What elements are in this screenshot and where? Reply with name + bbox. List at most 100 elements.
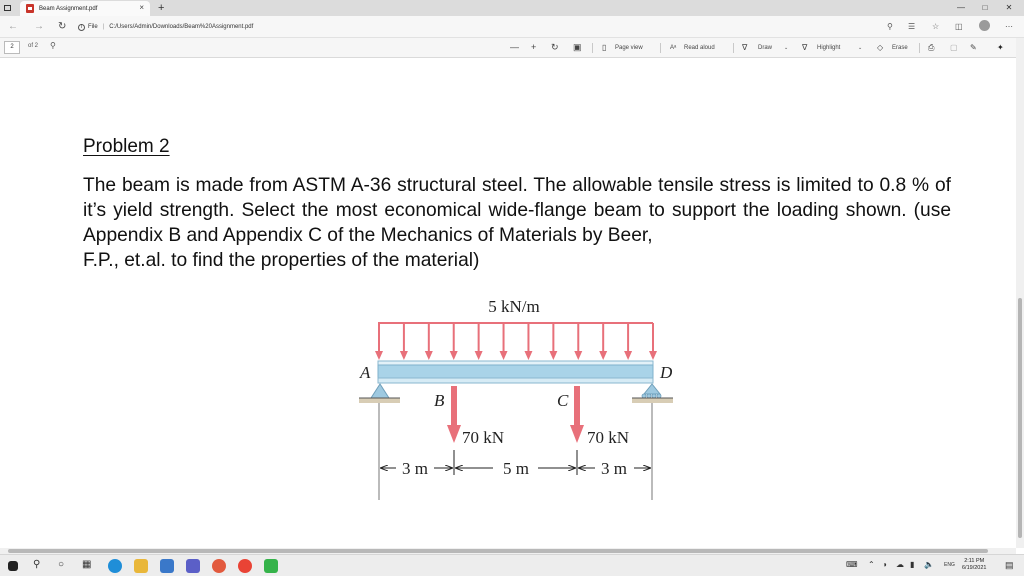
- new-tab-button[interactable]: +: [158, 0, 164, 16]
- network-icon[interactable]: ◑: [882, 560, 887, 569]
- save-as-icon[interactable]: ✎: [970, 41, 977, 54]
- more-options-icon[interactable]: ⋯: [1005, 20, 1013, 34]
- load-arrow-head: [524, 351, 533, 360]
- erase-button[interactable]: Erase: [892, 42, 908, 54]
- load-arrow-head: [624, 351, 633, 360]
- favorites-icon[interactable]: ☆: [932, 20, 939, 34]
- load-c-label: 70 kN: [587, 428, 629, 447]
- load-arrow-head: [599, 351, 608, 360]
- address-bar: ← → ↻ i File | C:/Users/Admin/Downloads/…: [0, 16, 1024, 38]
- toolbar-divider: [660, 43, 661, 53]
- highlight-dropdown-icon[interactable]: ⌄: [858, 42, 862, 54]
- dim-ab-label: 3 m: [402, 459, 428, 478]
- dim-bc-label: 5 m: [503, 459, 529, 478]
- onedrive-icon[interactable]: ☁: [896, 560, 904, 569]
- language-indicator[interactable]: ENG: [944, 562, 955, 568]
- draw-icon: ∇: [742, 43, 748, 52]
- load-arrow-head: [649, 351, 657, 360]
- url-text: C:/Users/Admin/Downloads/Beam%20Assignme…: [109, 24, 254, 30]
- pin-toolbar-icon[interactable]: ✦: [997, 41, 1004, 54]
- tab-title: Beam Assignment.pdf: [39, 5, 98, 12]
- edge-browser-icon[interactable]: [108, 559, 122, 573]
- close-window-button[interactable]: ✕: [998, 0, 1020, 16]
- collections-icon[interactable]: ◫: [955, 20, 963, 34]
- label-d: D: [659, 363, 673, 382]
- pdf-page: Problem 2 The beam is made from ASTM A-3…: [0, 58, 1016, 548]
- load-arrow-head: [449, 351, 458, 360]
- horizontal-scroll-thumb[interactable]: [8, 549, 988, 553]
- page-number-input[interactable]: 2: [4, 41, 20, 54]
- eraser-icon: ◇: [877, 43, 884, 52]
- beam: [377, 360, 654, 384]
- mail-icon[interactable]: [160, 559, 174, 573]
- line-app-icon[interactable]: [264, 559, 278, 573]
- reading-view-icon[interactable]: ☰: [908, 20, 915, 34]
- load-arrows: [375, 323, 657, 360]
- rotate-icon[interactable]: ↻: [551, 41, 559, 54]
- zoom-out-button[interactable]: —: [510, 41, 519, 54]
- highlight-icon: ∇: [802, 43, 808, 52]
- vertical-scrollbar[interactable]: [1016, 38, 1024, 548]
- info-icon: i: [78, 23, 85, 31]
- app-icon[interactable]: [212, 559, 226, 573]
- load-arrow-head: [574, 351, 583, 360]
- clock[interactable]: 2:11 PM 6/19/2021: [962, 558, 986, 572]
- keyboard-icon[interactable]: ⌨: [846, 560, 858, 569]
- highlight-button[interactable]: Highlight: [817, 42, 840, 54]
- zoom-in-button[interactable]: +: [531, 41, 536, 54]
- tab-close-button[interactable]: ×: [139, 3, 144, 12]
- forward-icon[interactable]: →: [34, 19, 44, 35]
- load-arrow-head: [399, 351, 408, 360]
- browser-tab[interactable]: Beam Assignment.pdf ×: [20, 1, 150, 16]
- page-view-icon: ▯: [602, 43, 607, 52]
- load-arrow-head: [474, 351, 483, 360]
- read-aloud-button[interactable]: Read aloud: [684, 42, 715, 54]
- distributed-load: [375, 322, 657, 360]
- page-view-button[interactable]: Page view: [615, 42, 643, 54]
- search-icon[interactable]: ⚲: [50, 41, 56, 50]
- beam-loading-diagram: 5 kN/m A D B C 70 kN 70 kN 3 m 5 m 3 m: [359, 297, 673, 500]
- title-bar: Beam Assignment.pdf × + — □ ✕: [0, 0, 1024, 16]
- zoom-icon[interactable]: ⚲: [887, 20, 893, 34]
- task-view-icon[interactable]: ▦: [82, 559, 91, 570]
- minimize-button[interactable]: —: [950, 0, 972, 16]
- load-b-label: 70 kN: [462, 428, 504, 447]
- notifications-icon[interactable]: ▤: [1005, 560, 1014, 571]
- clock-time: 2:11 PM: [964, 558, 985, 564]
- vertical-scroll-thumb[interactable]: [1018, 298, 1022, 538]
- draw-button[interactable]: Draw: [758, 42, 772, 54]
- pdf-toolbar: 2 of 2 ⚲ — + ↻ ▣ ▯ Page view Aᵃ Read alo…: [0, 38, 1024, 58]
- windows-taskbar: ⚲ ○ ▦ ⌨ ⌃ ◑ ☁ ▮ 🔈 ENG 2:11 PM 6/19/2021 …: [0, 554, 1024, 576]
- beam-flange-bottom: [377, 377, 654, 384]
- refresh-icon[interactable]: ↻: [58, 19, 66, 35]
- profile-avatar[interactable]: [979, 20, 990, 31]
- page-count: of 2: [28, 43, 39, 49]
- file-explorer-icon[interactable]: [134, 559, 148, 573]
- load-arrow-head: [499, 351, 508, 360]
- draw-dropdown-icon[interactable]: ⌄: [784, 42, 788, 54]
- read-aloud-icon: Aᵃ: [670, 45, 677, 51]
- label-b: B: [434, 391, 445, 410]
- start-icon[interactable]: [8, 561, 18, 571]
- search-icon[interactable]: ⚲: [33, 559, 40, 570]
- window-menu-icon[interactable]: [0, 0, 14, 16]
- teams-icon[interactable]: [186, 559, 200, 573]
- cortana-icon[interactable]: ○: [58, 559, 64, 570]
- roller-support-d: [632, 383, 673, 500]
- print-icon[interactable]: ⎙: [928, 41, 934, 54]
- point-load-b: [447, 386, 461, 443]
- chrome-icon[interactable]: [238, 559, 252, 573]
- volume-icon[interactable]: 🔈: [924, 560, 934, 569]
- url-field[interactable]: i File | C:/Users/Admin/Downloads/Beam%2…: [78, 19, 478, 35]
- fit-page-icon[interactable]: ▣: [573, 41, 582, 54]
- tray-chevron-icon[interactable]: ⌃: [868, 560, 875, 569]
- back-icon[interactable]: ←: [8, 19, 18, 35]
- maximize-button[interactable]: □: [974, 0, 996, 16]
- toolbar-divider: [592, 43, 593, 53]
- toolbar-divider: [733, 43, 734, 53]
- save-icon[interactable]: ▢: [950, 41, 958, 54]
- label-c: C: [557, 391, 569, 410]
- label-a: A: [359, 363, 371, 382]
- point-load-c: [570, 386, 584, 443]
- battery-icon[interactable]: ▮: [910, 560, 914, 569]
